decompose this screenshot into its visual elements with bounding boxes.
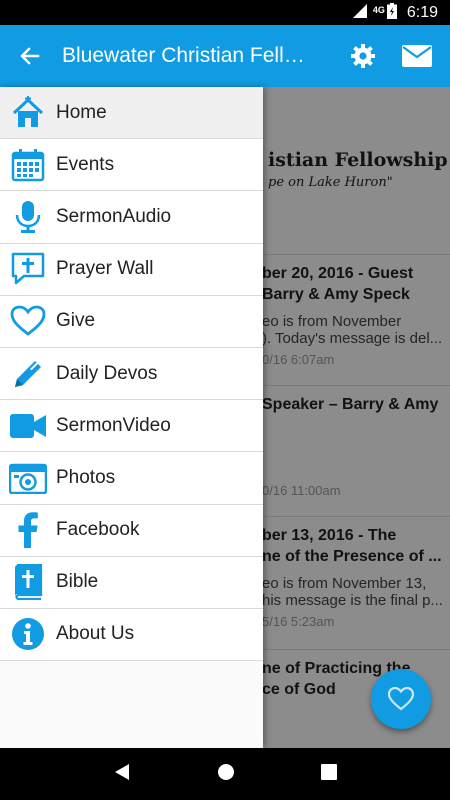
drawer-item-label: Events xyxy=(56,153,115,175)
drawer-item-give[interactable]: Give xyxy=(0,295,263,348)
arrow-back-icon xyxy=(20,47,40,65)
bible-icon xyxy=(0,556,56,608)
mail-icon xyxy=(402,45,432,67)
drawer-item-label: Prayer Wall xyxy=(56,258,154,280)
signal-icon xyxy=(352,3,367,22)
video-camera-icon xyxy=(0,400,56,452)
triangle-back-icon xyxy=(115,763,129,780)
drawer-item-events[interactable]: Events xyxy=(0,139,263,192)
facebook-icon xyxy=(0,504,56,556)
drawer-item-facebook[interactable]: Facebook xyxy=(0,504,263,557)
network-type: 4G xyxy=(372,4,385,15)
info-icon xyxy=(0,608,56,660)
drawer-item-label: Bible xyxy=(56,571,99,593)
screen: 4G 6:19 Bluewater Christian Fellowship i… xyxy=(0,0,450,800)
battery-icon xyxy=(386,2,397,23)
drawer-item-prayer-wall[interactable]: Prayer Wall xyxy=(0,243,263,296)
drawer-item-sermonaudio[interactable]: SermonAudio xyxy=(0,191,263,244)
nav-back-button[interactable] xyxy=(113,763,131,786)
app-bar: Bluewater Christian Fellowship xyxy=(0,25,450,87)
drawer-item-label: Home xyxy=(56,101,107,123)
prayer-bubble-icon xyxy=(0,243,56,295)
clock: 6:19 xyxy=(406,3,438,21)
heart-outline-icon xyxy=(388,687,414,711)
drawer-item-about-us[interactable]: About Us xyxy=(0,608,263,662)
drawer-item-daily-devos[interactable]: Daily Devos xyxy=(0,347,263,401)
navigation-drawer: Home Events SermonAudio Prayer Wall Give xyxy=(0,87,263,748)
drawer-item-label: Photos xyxy=(56,466,116,488)
drawer-item-photos[interactable]: Photos xyxy=(0,452,263,505)
status-bar: 4G 6:19 xyxy=(0,0,450,25)
pencil-icon xyxy=(0,348,56,400)
favorite-fab[interactable] xyxy=(371,669,431,729)
nav-recents-button[interactable] xyxy=(321,763,337,785)
square-recents-icon xyxy=(321,763,337,780)
microphone-icon xyxy=(0,191,56,243)
drawer-item-label: Daily Devos xyxy=(56,362,158,384)
home-icon xyxy=(0,87,56,139)
calendar-icon xyxy=(0,139,56,191)
drawer-item-label: SermonAudio xyxy=(56,205,172,227)
settings-button[interactable] xyxy=(338,25,388,87)
system-nav-bar xyxy=(0,748,450,800)
drawer-item-label: SermonVideo xyxy=(56,414,171,436)
heart-icon xyxy=(0,295,56,347)
gear-icon xyxy=(351,44,375,68)
nav-home-button[interactable] xyxy=(217,763,235,786)
drawer-item-bible[interactable]: Bible xyxy=(0,556,263,609)
mail-button[interactable] xyxy=(388,25,446,87)
drawer-item-label: About Us xyxy=(56,623,135,645)
camera-icon xyxy=(0,452,56,504)
app-title: Bluewater Christian Fellowship xyxy=(62,44,338,67)
drawer-item-label: Give xyxy=(56,310,96,332)
drawer-item-label: Facebook xyxy=(56,519,140,541)
circle-home-icon xyxy=(218,763,234,780)
drawer-item-home[interactable]: Home xyxy=(0,87,263,140)
back-button[interactable] xyxy=(0,25,60,87)
drawer-item-sermonvideo[interactable]: SermonVideo xyxy=(0,400,263,453)
